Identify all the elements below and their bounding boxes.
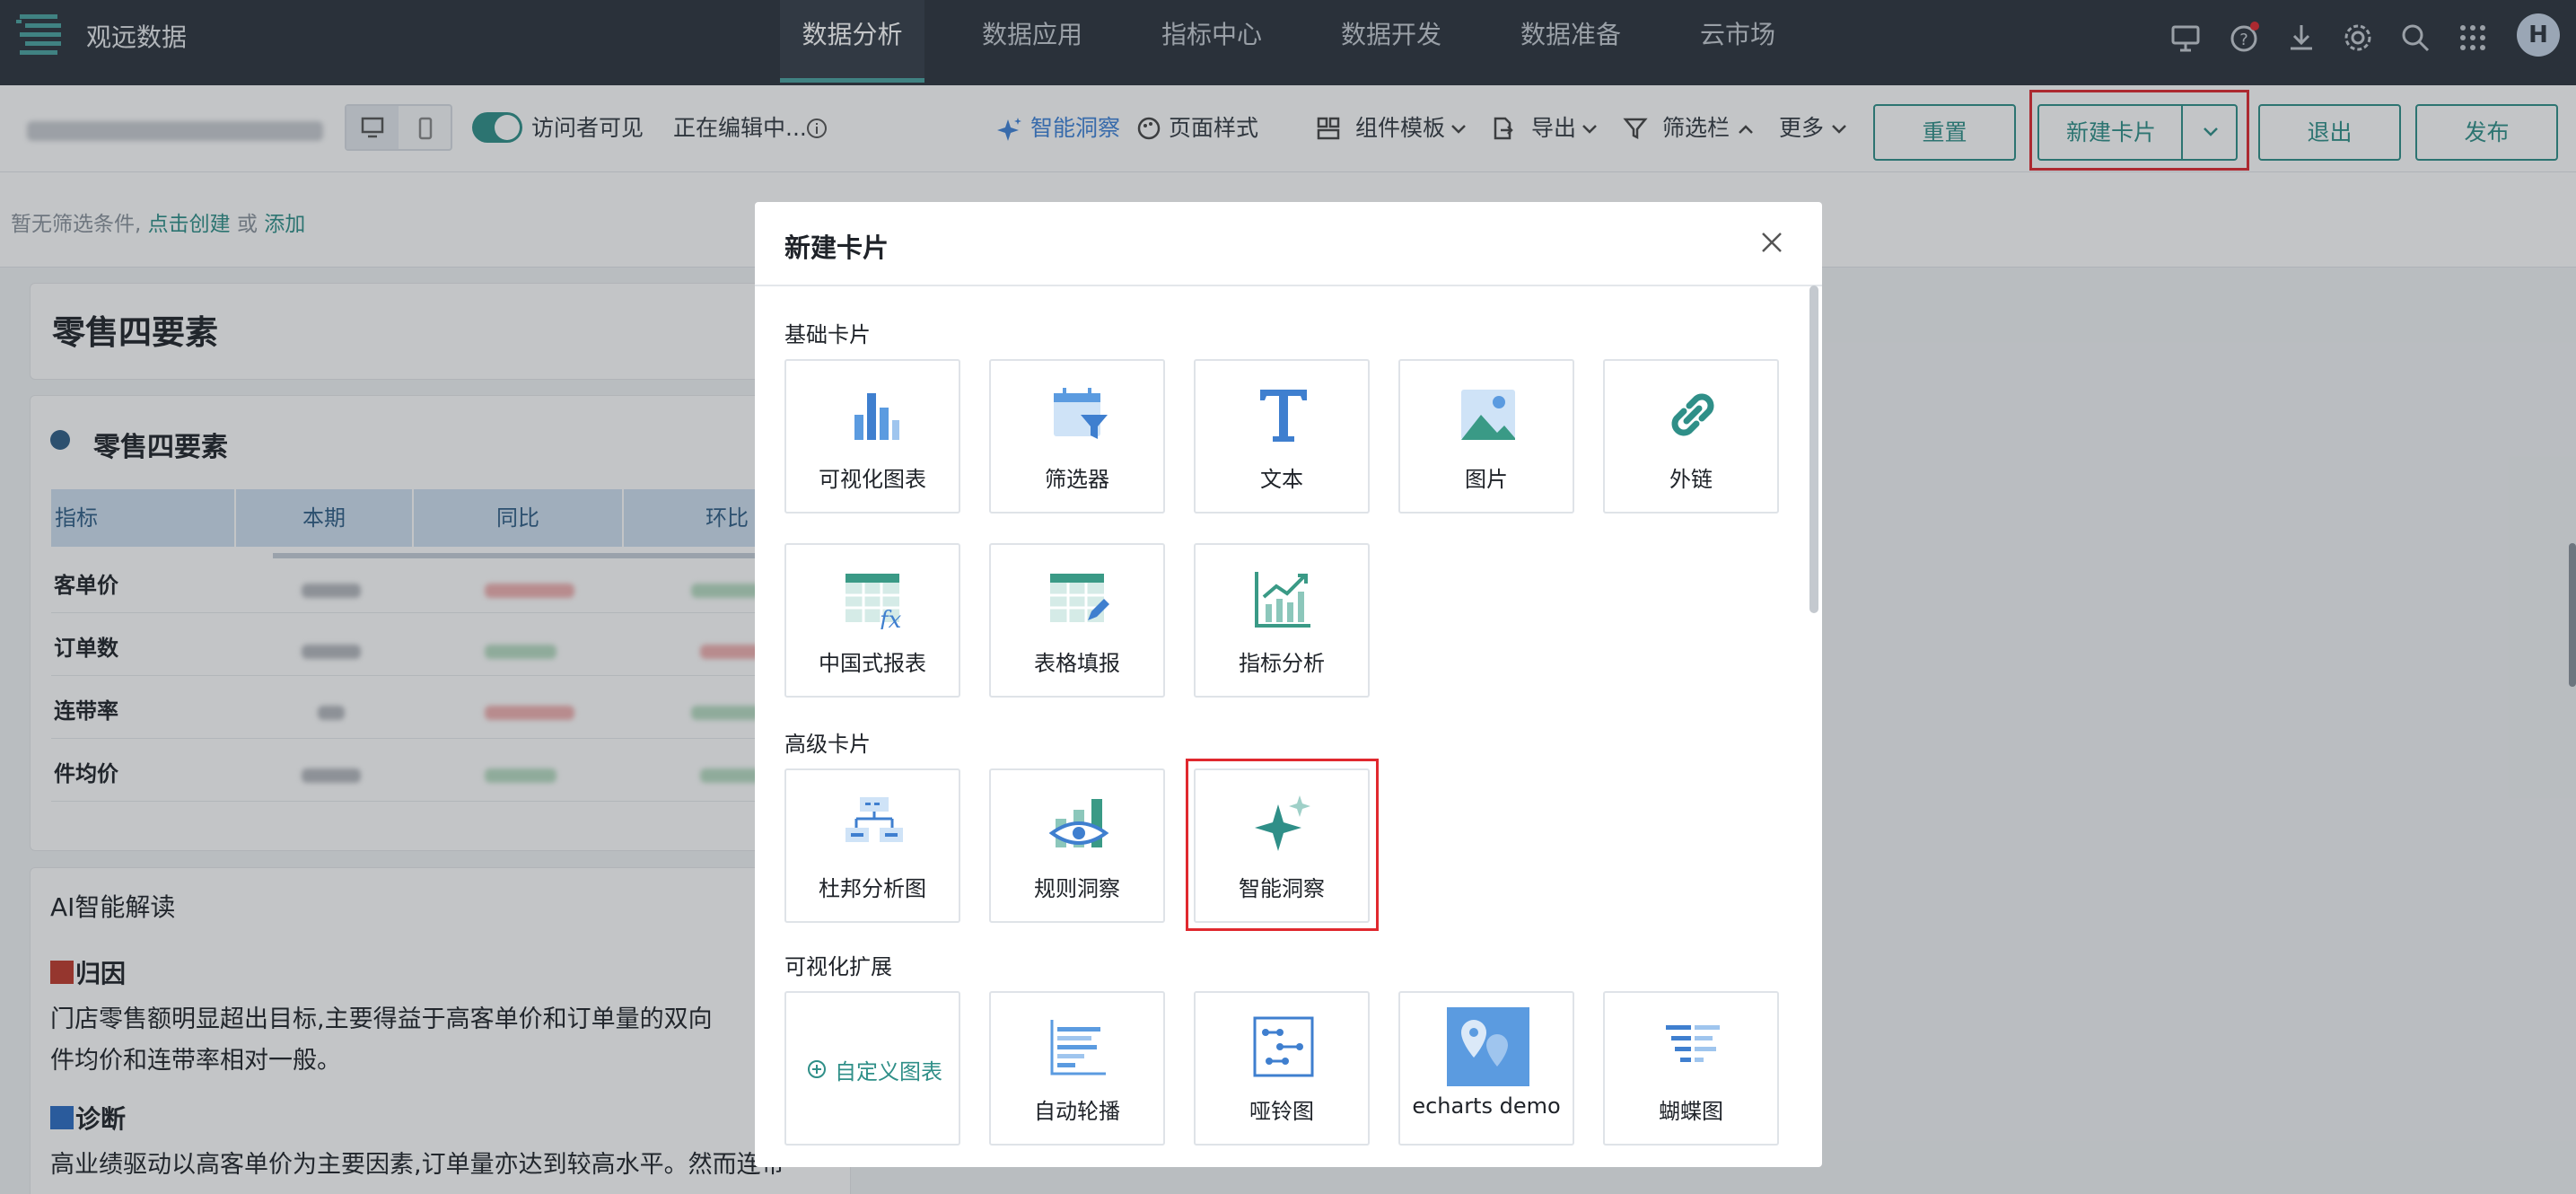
card-option-text[interactable]: 文本 [1194, 359, 1370, 514]
custom-chart-label: 自定义图表 [835, 1059, 942, 1084]
card-option-label: 哑铃图 [1249, 1099, 1314, 1124]
formula-table-icon: fx [846, 574, 902, 629]
card-option-chinese-report[interactable]: fx 中国式报表 [784, 543, 960, 698]
card-option-custom-chart[interactable]: 自定义图表 [784, 991, 960, 1146]
svg-text:fx: fx [878, 607, 902, 629]
card-option-label: 指标分析 [1239, 651, 1325, 676]
card-option-dupont[interactable]: 杜邦分析图 [784, 768, 960, 923]
bar-chart-icon [854, 393, 899, 440]
section-visual-extension: 可视化扩展 [784, 954, 892, 979]
header-divider [755, 285, 1822, 286]
card-option-filter[interactable]: 筛选器 [989, 359, 1165, 514]
card-option-label: 中国式报表 [819, 651, 926, 676]
card-option-butterfly[interactable]: 蝴蝶图 [1603, 991, 1779, 1146]
dialog-scrollbar[interactable] [1809, 285, 1818, 613]
card-option-label: 外链 [1669, 467, 1713, 492]
text-t-icon [1260, 390, 1307, 442]
card-option-dumbbell[interactable]: 哑铃图 [1194, 991, 1370, 1146]
table-edit-icon [1050, 574, 1109, 622]
card-option-label: 规则洞察 [1034, 876, 1120, 901]
card-option-label: 表格填报 [1034, 651, 1120, 676]
trend-bars-icon [1255, 572, 1310, 628]
image-icon [1461, 390, 1515, 440]
new-card-dialog: 新建卡片 基础卡片 可视化图表 筛选器 文本 图片 外链 fx 中国式报表 表格… [755, 202, 1822, 1167]
card-option-table-fill[interactable]: 表格填报 [989, 543, 1165, 698]
card-option-echarts-demo[interactable]: echarts demo [1398, 991, 1574, 1146]
dialog-title: 新建卡片 [784, 233, 889, 263]
calendar-filter-icon [1054, 388, 1108, 439]
card-option-label: echarts demo [1412, 1093, 1561, 1119]
butterfly-chart-icon [1666, 1025, 1720, 1062]
section-basic-cards: 基础卡片 [784, 322, 871, 347]
card-option-label: 蝴蝶图 [1659, 1099, 1723, 1124]
section-advanced-cards: 高级卡片 [784, 732, 871, 757]
card-option-label: 文本 [1260, 467, 1303, 492]
card-option-visual-chart[interactable]: 可视化图表 [784, 359, 960, 514]
eye-chart-icon [1048, 799, 1109, 847]
highlight-box-smart-insight [1186, 759, 1379, 931]
card-option-metric-analysis[interactable]: 指标分析 [1194, 543, 1370, 698]
carousel-list-icon [1050, 1020, 1106, 1075]
card-option-label: 图片 [1465, 467, 1508, 492]
tree-diagram-icon [846, 797, 903, 842]
link-icon [1671, 393, 1714, 436]
card-option-image[interactable]: 图片 [1398, 359, 1574, 514]
map-pin-icon [1447, 1007, 1529, 1086]
card-option-rule-insight[interactable]: 规则洞察 [989, 768, 1165, 923]
card-option-label: 自动轮播 [1034, 1099, 1120, 1124]
add-circle-icon [808, 1060, 826, 1078]
card-option-label: 杜邦分析图 [819, 876, 926, 901]
close-icon[interactable] [1758, 229, 1785, 256]
dumbbell-chart-icon [1253, 1016, 1314, 1077]
card-option-label: 可视化图表 [819, 467, 926, 492]
card-option-label: 筛选器 [1045, 467, 1109, 492]
card-option-external-link[interactable]: 外链 [1603, 359, 1779, 514]
card-option-auto-carousel[interactable]: 自动轮播 [989, 991, 1165, 1146]
